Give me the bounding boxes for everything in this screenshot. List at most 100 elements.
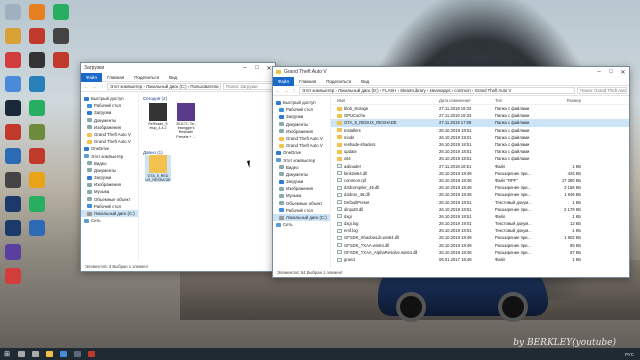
close-button[interactable]: ✕ [617, 69, 629, 76]
nav-item[interactable]: Музыка [273, 192, 330, 199]
taskbar-steam-button[interactable] [70, 348, 84, 360]
table-row[interactable]: GPUCache 27.11.2019 19:33 Папка с файлами [331, 112, 629, 119]
forward-arrow-icon[interactable]: → [91, 84, 97, 90]
nav-item[interactable]: Рабочий стол [273, 207, 330, 214]
nav-item[interactable]: Сеть [273, 221, 330, 228]
nav-item[interactable]: Загрузки [81, 109, 138, 116]
nav-item[interactable]: Grand Theft Auto V [273, 135, 330, 142]
explorer-window-downloads[interactable]: Загрузки – □ ✕ Файл Главная Поделиться В… [80, 62, 276, 272]
search-input[interactable]: Поиск: Grand Theft Auto V [577, 87, 627, 94]
desktop-shortcut[interactable] [2, 148, 24, 175]
desktop-shortcut[interactable] [26, 28, 48, 55]
column-date[interactable]: Дата изменения [439, 98, 495, 103]
nav-item[interactable]: Локальный диск (C:) [81, 210, 138, 218]
desktop-shortcut[interactable] [50, 28, 72, 55]
table-row[interactable]: Installers 26.10.2019 18:51 Папка с файлам… [331, 127, 629, 134]
table-row[interactable]: update 26.10.2019 18:51 Папка с файлами [331, 148, 629, 155]
file-list[interactable]: Имя Дата изменения Тип Размер blob_stora… [331, 97, 629, 268]
nav-item[interactable]: OneDrive [81, 145, 138, 152]
desktop-shortcut[interactable] [2, 76, 24, 103]
forward-arrow-icon[interactable]: → [283, 88, 289, 94]
table-row[interactable]: x64 26.10.2019 18:51 Папка с файлами [331, 155, 629, 162]
table-row[interactable]: DefaultPreset 26.10.2019 18:51 Текстовый д… [331, 198, 629, 205]
tab-share[interactable]: Поделиться [321, 79, 356, 84]
desktop-shortcut[interactable] [2, 220, 24, 247]
tab-view[interactable]: Вид [164, 75, 182, 80]
nav-item[interactable]: Объемные объект [81, 196, 138, 203]
taskbar-search-button[interactable] [14, 348, 28, 360]
desktop-shortcut[interactable] [2, 100, 24, 127]
nav-item[interactable]: OneDrive [273, 149, 330, 156]
table-row[interactable]: dxgi.log 26.10.2019 19:01 Текстовый докум.… [331, 220, 629, 227]
taskbar-task-view-button[interactable] [28, 348, 42, 360]
explorer-window-gta5[interactable]: Grand Theft Auto V – □ ✕ Файл Главная По… [272, 66, 630, 278]
desktop-shortcut[interactable] [2, 124, 24, 151]
nav-item[interactable]: Изображения [81, 181, 138, 188]
taskbar-app-button[interactable] [84, 348, 98, 360]
group-header-today[interactable]: Сегодня (2) [139, 93, 275, 102]
column-size[interactable]: Размер [551, 98, 581, 103]
tab-file[interactable]: Файл [273, 76, 295, 86]
nav-item[interactable]: Быстрый доступ [273, 99, 330, 106]
tab-share[interactable]: Поделиться [129, 75, 164, 80]
back-arrow-icon[interactable]: ← [275, 88, 281, 94]
nav-item[interactable]: Grand Theft Auto V [273, 142, 330, 149]
nav-item[interactable]: Grand Theft Auto V [81, 131, 138, 138]
nav-item[interactable]: Сеть [81, 217, 138, 224]
table-row[interactable]: grand 06.01.2017 18:48 Файл 1 КБ [331, 256, 629, 263]
table-row[interactable]: d3dcompiler_46.dll 26.10.2019 18:48 Расшир… [331, 184, 629, 191]
desktop-shortcut[interactable] [26, 124, 48, 151]
tab-file[interactable]: Файл [81, 72, 103, 82]
table-row[interactable]: emf.log 26.10.2019 18:51 Текстовый докум..… [331, 227, 629, 234]
table-row[interactable]: GFSDK_TXAA.win64.dll 26.10.2019 18:48 Расш… [331, 242, 629, 249]
nav-item[interactable]: Документы [81, 167, 138, 174]
table-row[interactable]: GTA_5_REDUX_RESHADE 27.11.2019 17:08 Папка… [331, 119, 629, 127]
start-button[interactable]: ⊞ [0, 348, 14, 360]
table-row[interactable]: GFSDK_ShadowLib.win64.dll 26.10.2019 18:4… [331, 234, 629, 241]
nav-item[interactable]: Изображения [273, 185, 330, 192]
desktop-shortcut[interactable] [26, 4, 48, 31]
nav-item[interactable]: Объемные объект [273, 200, 330, 207]
address-path[interactable]: Этот компьютер › Локальный диск (C:) › П… [107, 83, 221, 90]
table-row[interactable]: dinput8.dll 26.10.2019 18:51 Расширение пр… [331, 206, 629, 213]
title-bar[interactable]: Загрузки – □ ✕ [81, 63, 275, 73]
nav-item[interactable]: Быстрый доступ [81, 95, 138, 102]
file-tile-reshade-presets[interactable]: 301171: Ta - Inwnggie's Reshade Presets … [173, 103, 199, 139]
file-tile-reshade-setup[interactable]: ReShade_S etup_4.4.2 [145, 103, 171, 130]
desktop-shortcut[interactable] [26, 76, 48, 103]
desktop-shortcut[interactable] [2, 196, 24, 223]
maximize-button[interactable]: □ [251, 65, 263, 72]
search-input[interactable]: Поиск: Загрузки [223, 83, 273, 90]
desktop-shortcut[interactable] [2, 172, 24, 199]
tab-home[interactable]: Главная [102, 75, 129, 80]
nav-item[interactable]: Рабочий стол [273, 106, 330, 113]
back-arrow-icon[interactable]: ← [83, 84, 89, 90]
nav-item[interactable]: Рабочий стол [81, 102, 138, 109]
table-row[interactable]: bink2w64.dll 26.10.2019 18:48 Расширение п… [331, 170, 629, 177]
desktop-shortcut[interactable] [26, 220, 48, 247]
desktop-shortcut[interactable] [26, 100, 48, 127]
nav-item[interactable]: Этот компьютер [273, 157, 330, 164]
file-tile-gta-redux-reshade[interactable]: GTA_5_RED UX_RESHA DE [145, 155, 171, 183]
desktop-shortcut[interactable] [50, 52, 72, 79]
nav-item[interactable]: Изображения [81, 124, 138, 131]
tab-home[interactable]: Главная [294, 79, 321, 84]
table-row[interactable]: GFSDK_TXAA_AlphaResolve.win64.dll 26.10.2… [331, 249, 629, 256]
desktop-shortcut[interactable] [26, 52, 48, 79]
nav-item[interactable]: Загрузки [273, 178, 330, 185]
nav-item[interactable]: Этот компьютер [81, 153, 138, 160]
nav-item[interactable]: Локальный диск (C:) [273, 214, 330, 222]
desktop-shortcut[interactable] [2, 244, 24, 271]
nav-item[interactable]: Документы [273, 121, 330, 128]
desktop-shortcut[interactable] [26, 172, 48, 199]
column-name[interactable]: Имя [337, 98, 439, 103]
table-row[interactable]: mods 26.10.2019 19:01 Папка с файлами [331, 134, 629, 141]
desktop-shortcut[interactable] [26, 196, 48, 223]
maximize-button[interactable]: □ [605, 69, 617, 76]
file-area[interactable]: Сегодня (2) ReShade_S etup_4.4.2 301171:… [139, 93, 275, 262]
nav-item[interactable]: Grand Theft Auto V [81, 138, 138, 145]
desktop-shortcut[interactable] [2, 52, 24, 79]
table-row[interactable]: d3dcsx_46.dll 26.10.2019 18:48 Расширение … [331, 191, 629, 198]
minimize-button[interactable]: – [239, 65, 251, 72]
nav-item[interactable]: Видео [81, 160, 138, 167]
